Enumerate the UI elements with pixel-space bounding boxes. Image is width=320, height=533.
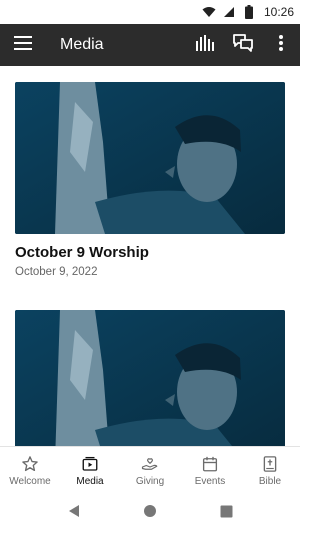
nav-item-media[interactable]: Media (60, 447, 120, 494)
giving-icon (141, 455, 159, 473)
bible-icon (261, 455, 279, 473)
audio-bars-icon (195, 34, 215, 56)
audio-button[interactable] (186, 24, 224, 66)
media-date: October 9, 2022 (15, 266, 98, 278)
page-title: Media (60, 36, 104, 53)
media-thumbnail[interactable] (15, 82, 285, 234)
media-icon (81, 455, 99, 473)
home-circle-icon (143, 504, 157, 523)
media-card[interactable]: October 9 Worship October 9, 2022 (15, 82, 285, 278)
nav-item-events[interactable]: Events (180, 447, 240, 494)
media-thumbnail[interactable] (15, 310, 285, 446)
media-title[interactable]: October 9 Worship (15, 244, 285, 261)
more-options-button[interactable] (262, 24, 300, 66)
recents-square-icon (220, 505, 233, 523)
system-back-button[interactable] (36, 494, 112, 533)
status-time: 10:26 (263, 5, 294, 19)
back-triangle-icon (68, 504, 80, 523)
app-bar: Media (0, 24, 300, 66)
cell-signal-icon (222, 5, 236, 19)
calendar-icon (201, 455, 219, 473)
status-bar: 10:26 (0, 0, 300, 24)
system-navigation-bar (0, 494, 300, 533)
nav-label: Giving (135, 475, 165, 487)
menu-button[interactable] (0, 24, 46, 66)
chat-button[interactable] (224, 24, 262, 66)
nav-label: Bible (258, 475, 282, 487)
nav-item-giving[interactable]: Giving (120, 447, 180, 494)
battery-icon (242, 5, 256, 19)
hamburger-menu-icon (14, 35, 32, 55)
nav-label: Media (76, 475, 104, 487)
system-recents-button[interactable] (188, 494, 264, 533)
nav-item-bible[interactable]: Bible (240, 447, 300, 494)
nav-label: Welcome (9, 475, 51, 487)
system-home-button[interactable] (112, 494, 188, 533)
chat-icon (233, 33, 253, 57)
more-vertical-icon (279, 34, 283, 56)
nav-label: Events (194, 475, 226, 487)
star-icon (21, 455, 39, 473)
bottom-navigation: Welcome Media Giving Events Bible (0, 446, 300, 494)
media-list[interactable]: October 9 Worship October 9, 2022 (0, 66, 300, 446)
nav-item-welcome[interactable]: Welcome (0, 447, 60, 494)
wifi-icon (202, 5, 216, 19)
media-card[interactable] (15, 310, 285, 446)
